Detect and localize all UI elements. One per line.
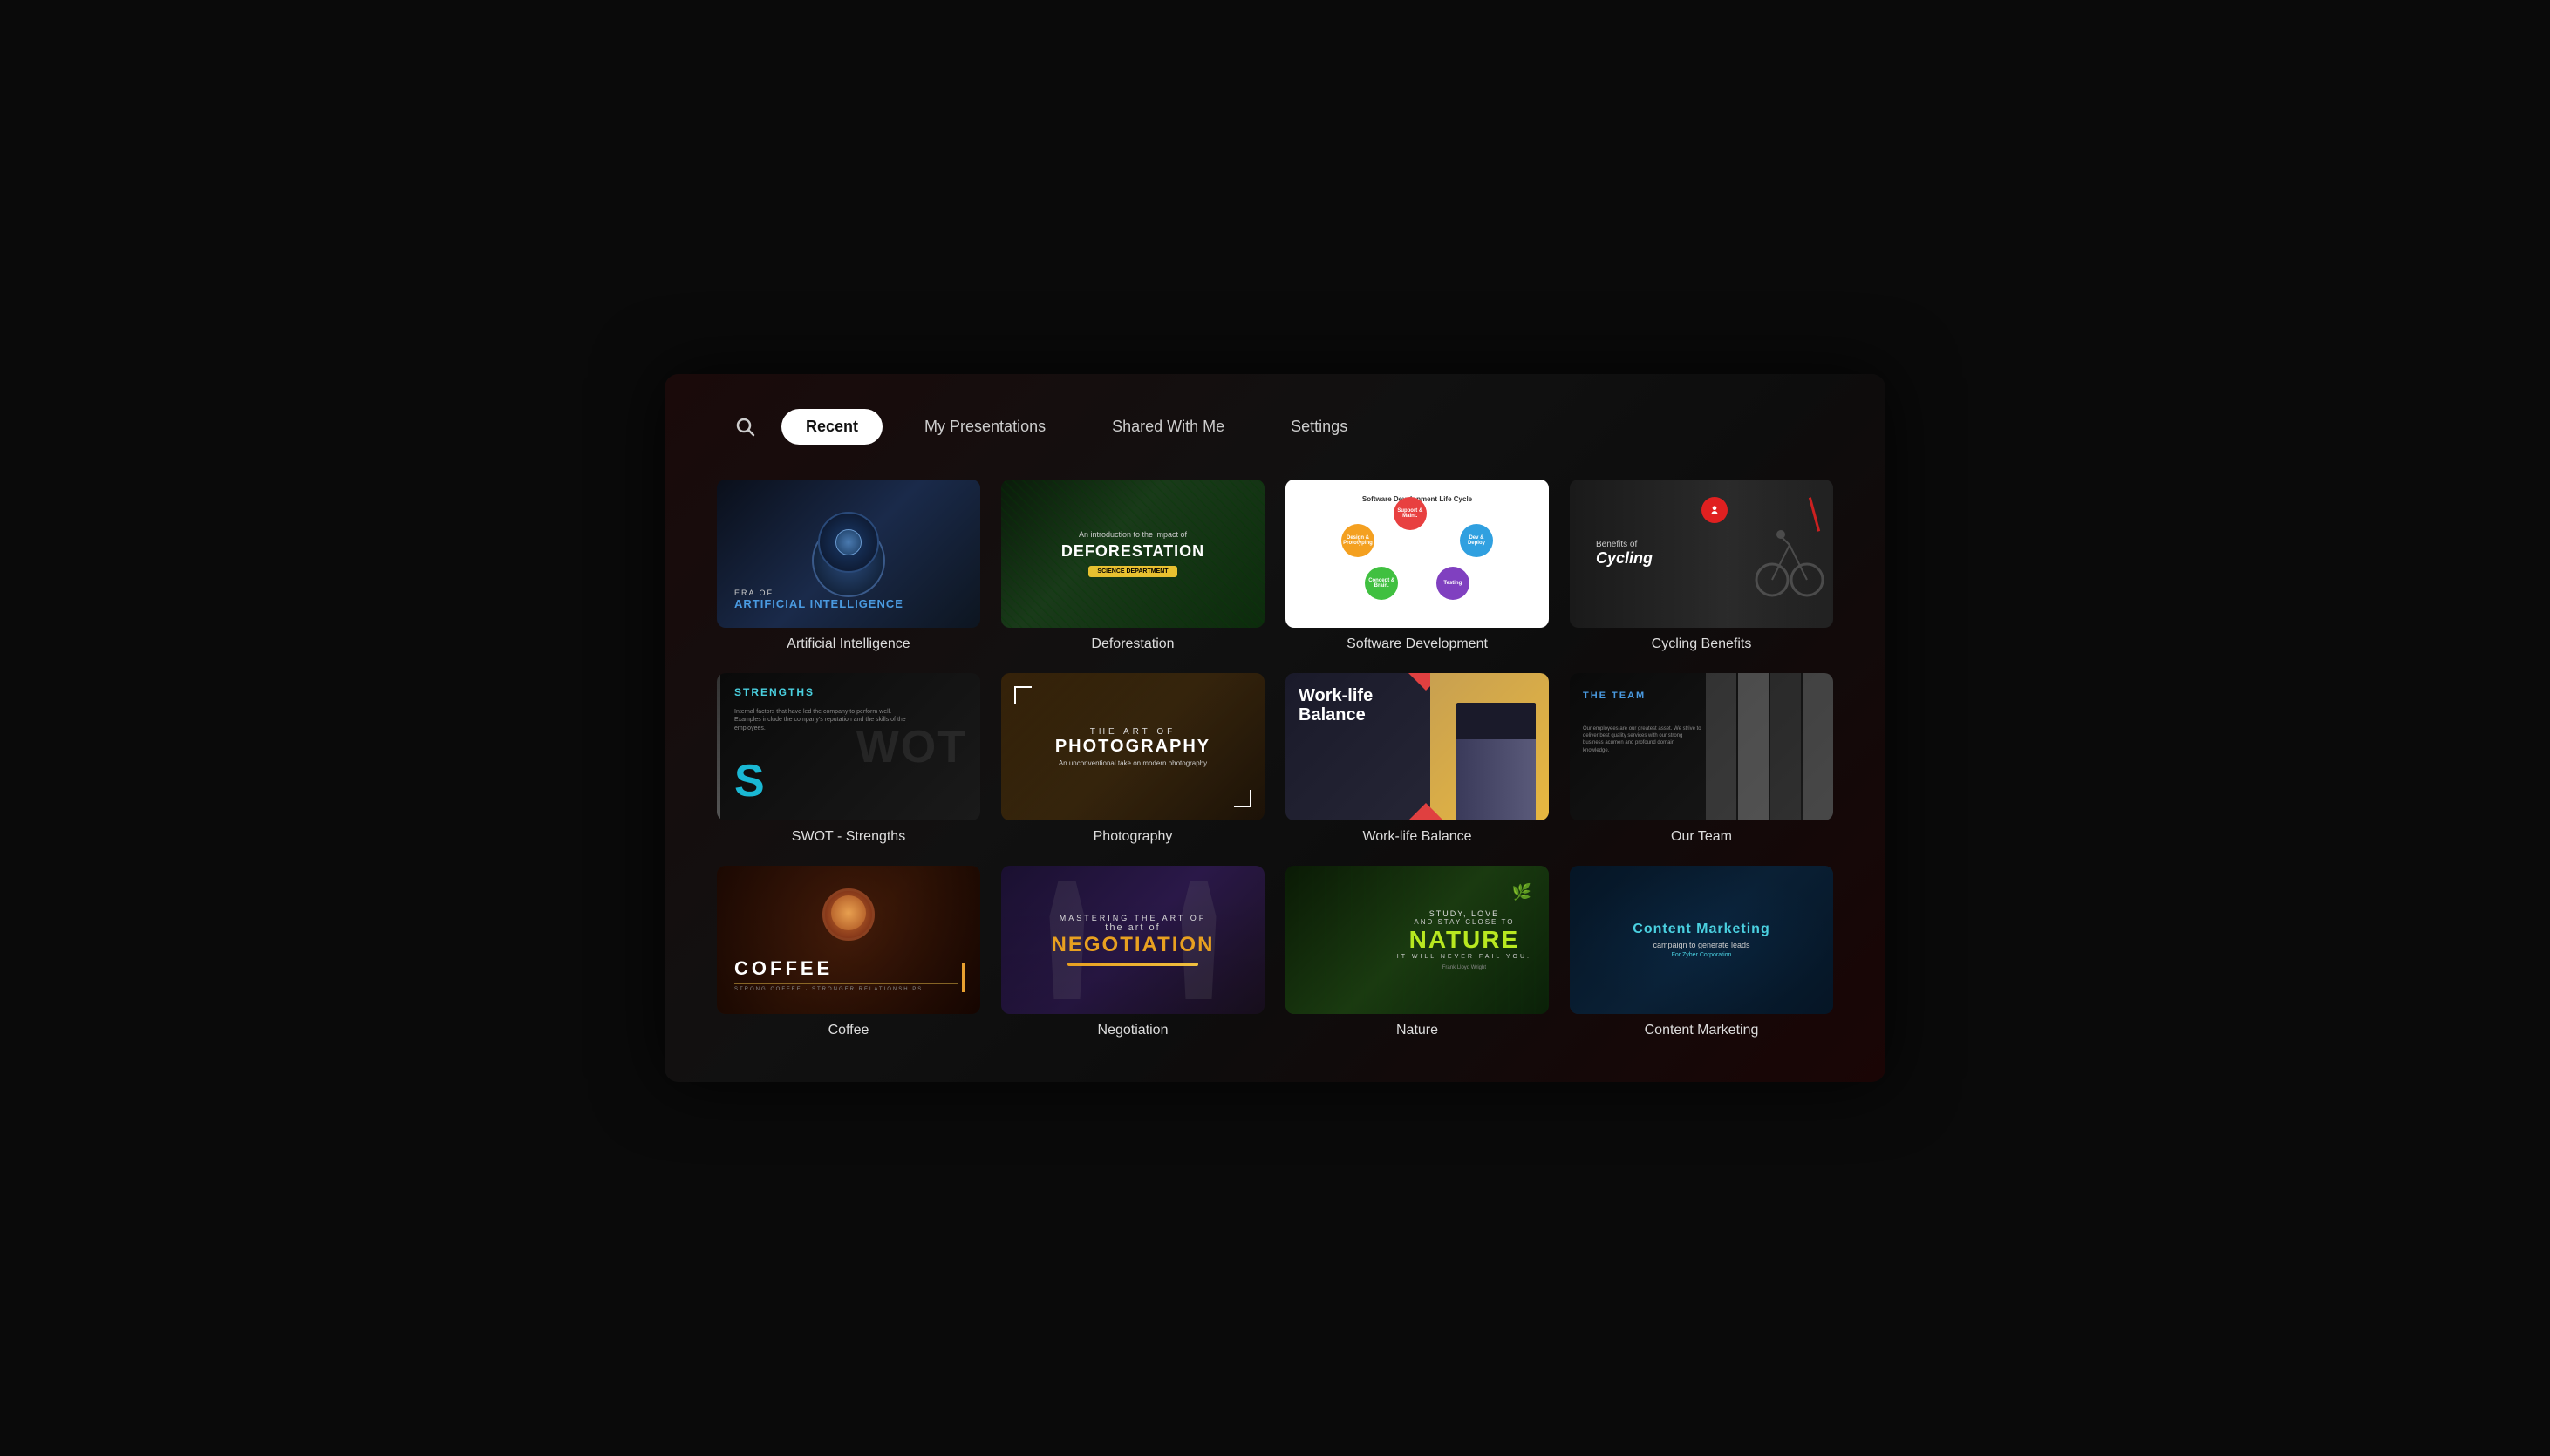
ot-person-2 bbox=[1738, 673, 1769, 821]
nat-leaf: 🌿 bbox=[1512, 883, 1531, 901]
card-software[interactable]: Software Development Life Cycle Design &… bbox=[1285, 480, 1549, 652]
ot-people bbox=[1688, 673, 1833, 821]
card-label-ai: Artificial Intelligence bbox=[717, 636, 980, 652]
card-ourteam[interactable]: THE TEAM Our employees are our greatest … bbox=[1570, 673, 1833, 846]
swot-s: S bbox=[734, 755, 765, 807]
nav-bar: Recent My Presentations Shared With Me S… bbox=[717, 409, 1833, 445]
card-label-deforestation: Deforestation bbox=[1001, 636, 1265, 652]
card-label-worklife: Work-life Balance bbox=[1285, 829, 1549, 845]
thumb-swot: STRENGTHS Internal factors that have led… bbox=[717, 673, 980, 821]
swot-label: STRENGTHS bbox=[734, 686, 815, 698]
cyc-benefits: Benefits of bbox=[1596, 540, 1653, 549]
card-label-negotiation: Negotiation bbox=[1001, 1023, 1265, 1038]
bracket-tl bbox=[1014, 686, 1032, 704]
sw-inner: Software Development Life Cycle Design &… bbox=[1299, 486, 1536, 620]
card-cycling[interactable]: Benefits of Cycling Cycling Benefits bbox=[1570, 480, 1833, 652]
ot-desc: Our employees are our greatest asset. We… bbox=[1583, 725, 1701, 755]
cont-sub: campaign to generate leads bbox=[1633, 941, 1769, 949]
card-negotiation[interactable]: Mastering the art of the art of NEGOTIAT… bbox=[1001, 866, 1265, 1038]
photo-art: PHOTOGRAPHY bbox=[1055, 737, 1210, 756]
sw-c3: Dev &Deploy bbox=[1460, 524, 1493, 557]
card-label-cycling: Cycling Benefits bbox=[1570, 636, 1833, 652]
thumb-content: Content Marketing campaign to generate l… bbox=[1570, 866, 1833, 1014]
card-label-software: Software Development bbox=[1285, 636, 1549, 652]
sw-c5: Testing bbox=[1436, 567, 1469, 600]
sw-c4: Concept &Brain. bbox=[1365, 567, 1398, 600]
sw-c2: Support &Maint. bbox=[1394, 497, 1427, 530]
thumb-ai: ERA OF ARTIFICIAL INTELLIGENCE bbox=[717, 480, 980, 628]
deforestation-content: An introduction to the impact of DEFORES… bbox=[1061, 530, 1204, 577]
coffee-title: COFFEE bbox=[734, 957, 958, 980]
card-label-swot: SWOT - Strengths bbox=[717, 829, 980, 845]
card-label-ourteam: Our Team bbox=[1570, 829, 1833, 845]
tab-settings[interactable]: Settings bbox=[1266, 409, 1372, 445]
neg-title: NEGOTIATION bbox=[1052, 933, 1215, 957]
card-label-nature: Nature bbox=[1285, 1023, 1549, 1038]
tab-my-presentations[interactable]: My Presentations bbox=[900, 409, 1070, 445]
card-label-coffee: Coffee bbox=[717, 1023, 980, 1038]
nat-study: STUDY, LOVE bbox=[1397, 909, 1531, 918]
ai-title: ARTIFICIAL INTELLIGENCE bbox=[734, 597, 903, 610]
thumb-software: Software Development Life Cycle Design &… bbox=[1285, 480, 1549, 628]
search-button[interactable] bbox=[734, 416, 755, 437]
neg-bar bbox=[1067, 963, 1198, 966]
cyc-text: Benefits of Cycling bbox=[1596, 540, 1653, 568]
app-container: Recent My Presentations Shared With Me S… bbox=[665, 374, 1885, 1083]
thumb-photography: THE ART OF PHOTOGRAPHY An unconventional… bbox=[1001, 673, 1265, 821]
neg-mastering: Mastering the art of bbox=[1052, 914, 1215, 922]
thumb-coffee: COFFEE STRONG COFFEE · STRONGER RELATION… bbox=[717, 866, 980, 1014]
def-intro: An introduction to the impact of bbox=[1061, 530, 1204, 539]
wl-triangle-bot bbox=[1408, 803, 1443, 820]
card-label-content: Content Marketing bbox=[1570, 1023, 1833, 1038]
cont-title: Content Marketing bbox=[1633, 922, 1769, 937]
neg-art: the art of bbox=[1052, 922, 1215, 933]
cyc-title: Cycling bbox=[1596, 549, 1653, 568]
ai-era-label: ERA OF bbox=[734, 589, 903, 597]
nat-inner: STUDY, LOVE AND STAY CLOSE TO NATURE IT … bbox=[1397, 909, 1531, 970]
thumb-deforestation: An introduction to the impact of DEFORES… bbox=[1001, 480, 1265, 628]
card-swot[interactable]: STRENGTHS Internal factors that have led… bbox=[717, 673, 980, 846]
ot-title: THE TEAM bbox=[1583, 691, 1646, 701]
def-badge: SCIENCE DEPARTMENT bbox=[1088, 566, 1176, 577]
card-coffee[interactable]: COFFEE STRONG COFFEE · STRONGER RELATION… bbox=[717, 866, 980, 1038]
card-deforestation[interactable]: An introduction to the impact of DEFORES… bbox=[1001, 480, 1265, 652]
card-photography[interactable]: THE ART OF PHOTOGRAPHY An unconventional… bbox=[1001, 673, 1265, 846]
photo-inner: THE ART OF PHOTOGRAPHY An unconventional… bbox=[1055, 727, 1210, 767]
nat-title: NATURE bbox=[1397, 926, 1531, 954]
cyc-badge bbox=[1701, 497, 1728, 523]
nat-stay: AND STAY CLOSE TO bbox=[1397, 918, 1531, 926]
cont-inner: Content Marketing campaign to generate l… bbox=[1633, 922, 1769, 958]
card-worklife[interactable]: Work-lifeBalance Work-life Balance bbox=[1285, 673, 1549, 846]
card-nature[interactable]: 🌿 STUDY, LOVE AND STAY CLOSE TO NATURE I… bbox=[1285, 866, 1549, 1038]
card-label-photography: Photography bbox=[1001, 829, 1265, 845]
nat-author: Frank Lloyd Wright bbox=[1397, 965, 1531, 970]
ot-person-3 bbox=[1770, 673, 1801, 821]
nav-tabs: Recent My Presentations Shared With Me S… bbox=[781, 409, 1372, 445]
cont-company: For Zyber Corporation bbox=[1633, 952, 1769, 958]
card-content[interactable]: Content Marketing campaign to generate l… bbox=[1570, 866, 1833, 1038]
thumb-ourteam: THE TEAM Our employees are our greatest … bbox=[1570, 673, 1833, 821]
def-title: DEFORESTATION bbox=[1061, 542, 1204, 561]
photo-the: THE ART OF bbox=[1055, 727, 1210, 737]
swot-desc: Internal factors that have led the compa… bbox=[734, 708, 910, 733]
thumb-nature: 🌿 STUDY, LOVE AND STAY CLOSE TO NATURE I… bbox=[1285, 866, 1549, 1014]
sw-c1: Design &Prototyping bbox=[1341, 524, 1374, 557]
card-ai[interactable]: ERA OF ARTIFICIAL INTELLIGENCE Artificia… bbox=[717, 480, 980, 652]
coffee-bar bbox=[962, 963, 965, 992]
coffee-sub: STRONG COFFEE · STRONGER RELATIONSHIPS bbox=[734, 987, 958, 992]
ot-person-4 bbox=[1803, 673, 1833, 821]
thumb-worklife: Work-lifeBalance bbox=[1285, 673, 1549, 821]
photo-sub: An unconventional take on modern photogr… bbox=[1055, 759, 1210, 767]
ot-person-1 bbox=[1706, 673, 1736, 821]
thumb-negotiation: Mastering the art of the art of NEGOTIAT… bbox=[1001, 866, 1265, 1014]
tab-shared-with-me[interactable]: Shared With Me bbox=[1088, 409, 1249, 445]
bracket-br bbox=[1234, 790, 1251, 807]
wl-title: Work-lifeBalance bbox=[1299, 686, 1373, 725]
nat-never: IT WILL NEVER FAIL YOU. bbox=[1397, 954, 1531, 960]
tab-recent[interactable]: Recent bbox=[781, 409, 883, 445]
neg-inner: Mastering the art of the art of NEGOTIAT… bbox=[1052, 914, 1215, 966]
presentations-grid: ERA OF ARTIFICIAL INTELLIGENCE Artificia… bbox=[717, 480, 1833, 1039]
thumb-cycling: Benefits of Cycling bbox=[1570, 480, 1833, 628]
